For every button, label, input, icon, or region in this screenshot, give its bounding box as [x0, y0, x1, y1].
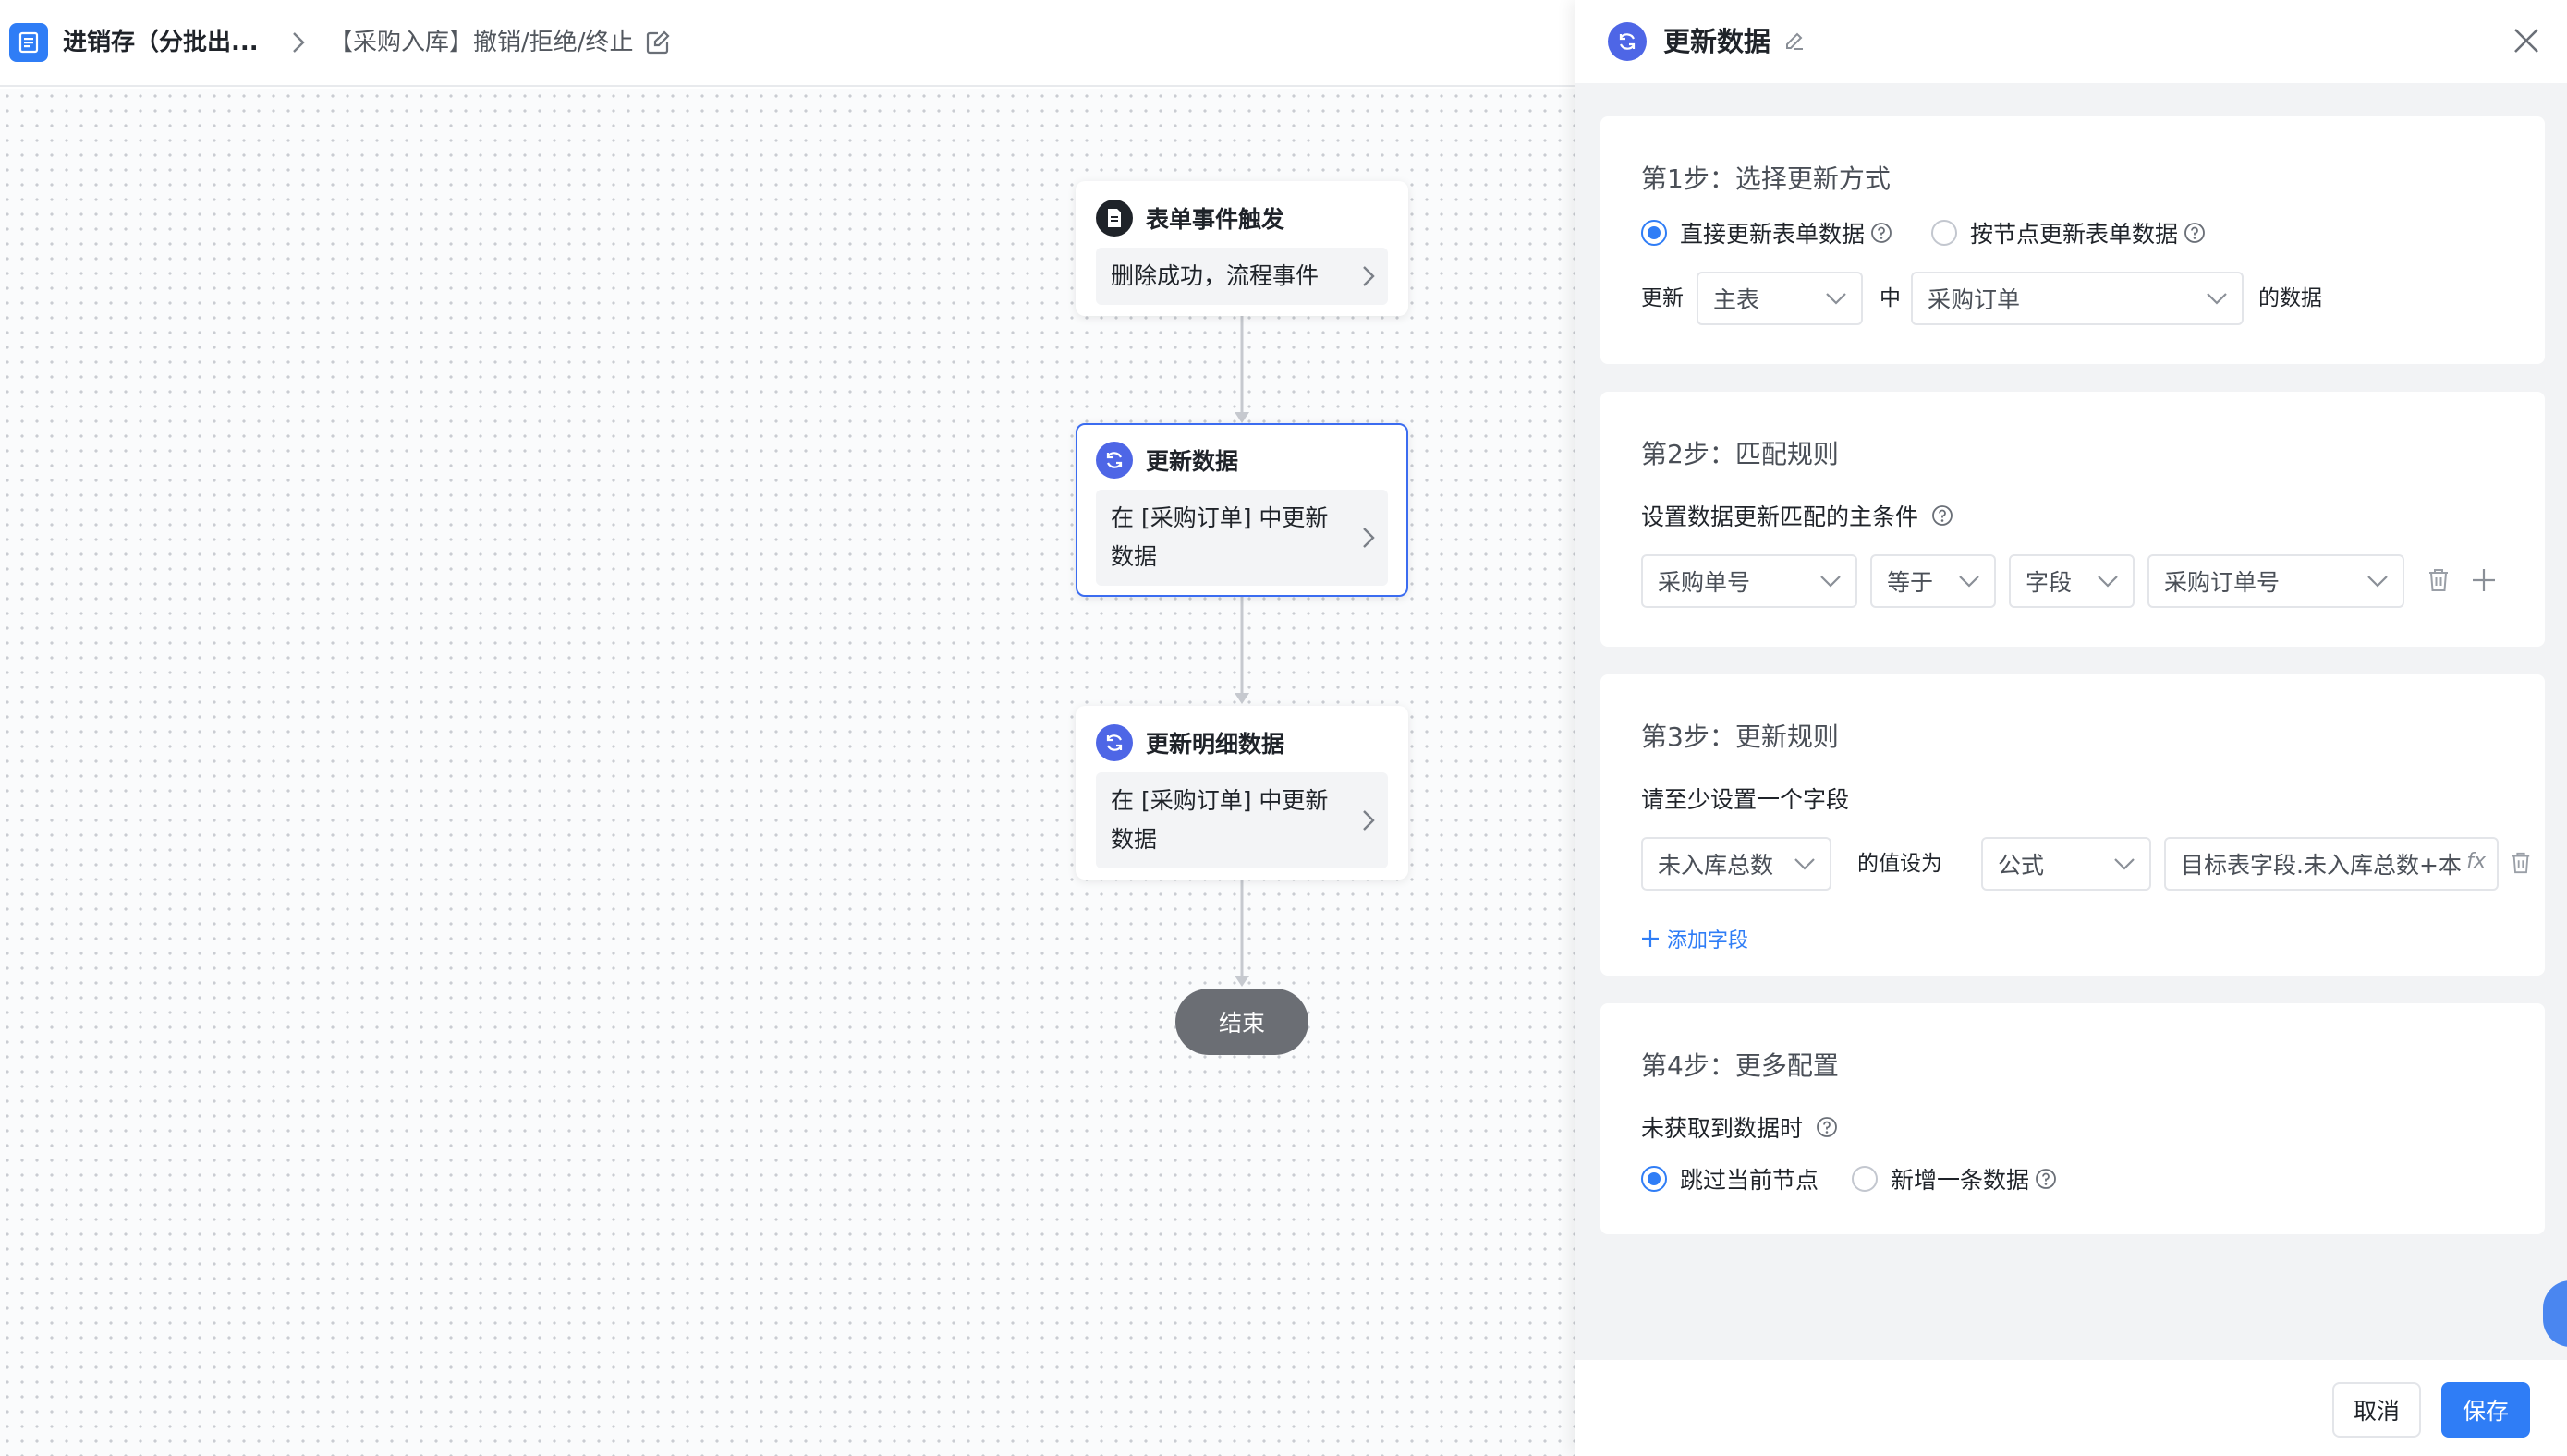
set-value-label: 的值设为	[1857, 852, 1942, 876]
chevron-down-icon	[1794, 858, 1815, 870]
node-config-panel: 更新数据 第1步：选择更新方式 直接更新表单数据 按节点更新表单数据 更新 主表	[1575, 0, 2567, 1456]
select-value: 公式	[1998, 852, 2045, 879]
radio-direct-update[interactable]: 直接更新表单数据	[1641, 216, 1892, 249]
form-select[interactable]: 采购订单	[1911, 272, 2244, 325]
end-node: 结束	[1175, 989, 1308, 1055]
no-data-radio-group: 跳过当前节点 新增一条数据	[1641, 1162, 2057, 1195]
select-value: 采购订单号	[2164, 569, 2281, 596]
data-suffix-label: 的数据	[2258, 286, 2322, 310]
panel-header: 更新数据	[1575, 0, 2567, 83]
value-type-select[interactable]: 公式	[1981, 837, 2151, 891]
chevron-right-icon	[1363, 810, 1375, 831]
step3-card: 第3步：更新规则 请至少设置一个字段 未入库总数 的值设为 公式 目标表字段.未…	[1600, 674, 2545, 976]
node-detail-text: 在 [采购订单] 中更新数据	[1111, 504, 1329, 570]
value-type-select[interactable]: 字段	[2009, 554, 2135, 608]
update-mode-radio-group: 直接更新表单数据 按节点更新表单数据	[1641, 216, 2206, 249]
pencil-icon[interactable]	[1783, 30, 1806, 52]
step3-subtitle: 请至少设置一个字段	[1641, 782, 1849, 815]
sync-icon	[1608, 22, 1647, 61]
chevron-right-icon	[1363, 266, 1375, 286]
trash-icon[interactable]	[2427, 567, 2451, 593]
select-value: 采购订单	[1928, 286, 2021, 313]
node-detail-text: 在 [采购订单] 中更新数据	[1111, 787, 1329, 853]
chevron-down-icon	[1820, 576, 1841, 588]
document-icon	[1096, 200, 1133, 237]
help-icon[interactable]	[1870, 222, 1892, 244]
plus-icon[interactable]	[2471, 567, 2497, 593]
radio-skip-node[interactable]: 跳过当前节点	[1641, 1162, 1819, 1195]
step4-card: 第4步：更多配置 未获取到数据时 跳过当前节点 新增一条数据	[1600, 1003, 2545, 1234]
match-field-select[interactable]: 采购单号	[1641, 554, 1857, 608]
chevron-down-icon	[1959, 576, 1979, 588]
help-icon[interactable]	[1816, 1116, 1838, 1138]
radio-update-by-node[interactable]: 按节点更新表单数据	[1931, 216, 2206, 249]
panel-footer: 取消 保存	[1575, 1360, 2567, 1456]
node-detail-text: 删除成功，流程事件	[1111, 262, 1320, 289]
help-icon[interactable]	[2035, 1168, 2057, 1190]
table-select[interactable]: 主表	[1697, 272, 1863, 325]
chevron-right-icon	[1363, 528, 1375, 548]
select-value: 未入库总数	[1658, 852, 1774, 879]
radio-checked[interactable]	[1641, 1166, 1667, 1192]
plus-icon	[1642, 930, 1659, 947]
add-field-link[interactable]: 添加字段	[1641, 924, 1748, 953]
radio-unchecked[interactable]	[1852, 1166, 1879, 1192]
node-detail[interactable]: 在 [采购订单] 中更新数据	[1096, 490, 1388, 586]
subtitle-text: 设置数据更新匹配的主条件	[1641, 504, 1919, 530]
formula-value: 目标表字段.未入库总数+本	[2181, 852, 2462, 879]
help-icon[interactable]	[2184, 222, 2206, 244]
trash-icon[interactable]	[2510, 850, 2532, 876]
select-value: 采购单号	[1658, 569, 1751, 596]
select-value: 等于	[1887, 569, 1934, 596]
step1-title: 第1步：选择更新方式	[1641, 164, 1891, 194]
radio-label: 按节点更新表单数据	[1970, 221, 2179, 248]
subtitle-text: 请至少设置一个字段	[1641, 786, 1850, 813]
add-field-label: 添加字段	[1667, 929, 1749, 952]
node-update-data[interactable]: 更新数据 在 [采购订单] 中更新数据	[1076, 423, 1408, 597]
chevron-down-icon	[1826, 293, 1846, 305]
formula-input[interactable]: 目标表字段.未入库总数+本 fx	[2164, 837, 2499, 891]
step4-subtitle: 未获取到数据时	[1641, 1110, 1838, 1144]
step1-card: 第1步：选择更新方式 直接更新表单数据 按节点更新表单数据 更新 主表 中 采购…	[1600, 116, 2545, 364]
radio-label: 直接更新表单数据	[1680, 221, 1866, 248]
close-icon[interactable]	[2512, 26, 2541, 55]
radio-checked[interactable]	[1641, 220, 1667, 246]
cancel-button[interactable]: 取消	[2332, 1382, 2421, 1438]
update-label: 更新	[1641, 286, 1684, 310]
fx-icon[interactable]: fx	[2463, 850, 2486, 873]
node-form-event-trigger[interactable]: 表单事件触发 删除成功，流程事件	[1076, 181, 1408, 316]
panel-title: 更新数据	[1663, 26, 1771, 57]
chevron-down-icon	[2207, 293, 2227, 305]
node-detail[interactable]: 删除成功，流程事件	[1096, 248, 1388, 305]
radio-unchecked[interactable]	[1931, 220, 1958, 246]
select-value: 字段	[2026, 569, 2073, 596]
target-field-select[interactable]: 未入库总数	[1641, 837, 1831, 891]
step4-title: 第4步：更多配置	[1641, 1050, 1839, 1081]
select-value: 主表	[1713, 286, 1760, 313]
step2-title: 第2步：匹配规则	[1641, 439, 1839, 469]
radio-add-record[interactable]: 新增一条数据	[1852, 1162, 2057, 1195]
chevron-down-icon	[2367, 576, 2388, 588]
save-button[interactable]: 保存	[2441, 1382, 2530, 1438]
node-title: 更新数据	[1146, 448, 1239, 475]
value-field-select[interactable]: 采购订单号	[2147, 554, 2404, 608]
sync-icon	[1096, 442, 1133, 479]
subtitle-text: 未获取到数据时	[1641, 1115, 1804, 1142]
chevron-down-icon	[2098, 576, 2118, 588]
sync-icon	[1096, 724, 1133, 761]
operator-select[interactable]: 等于	[1870, 554, 1996, 608]
node-detail[interactable]: 在 [采购订单] 中更新数据	[1096, 772, 1388, 868]
node-update-detail-data[interactable]: 更新明细数据 在 [采购订单] 中更新数据	[1076, 706, 1408, 880]
radio-label: 新增一条数据	[1891, 1167, 2030, 1194]
chevron-down-icon	[2114, 858, 2135, 870]
in-label: 中	[1880, 286, 1901, 310]
step3-title: 第3步：更新规则	[1641, 722, 1839, 752]
node-title: 表单事件触发	[1146, 206, 1285, 233]
node-title: 更新明细数据	[1146, 731, 1285, 758]
radio-label: 跳过当前节点	[1680, 1167, 1819, 1194]
help-icon[interactable]	[1931, 504, 1953, 527]
step2-card: 第2步：匹配规则 设置数据更新匹配的主条件 采购单号 等于 字段 采购订单号	[1600, 392, 2545, 647]
step2-subtitle: 设置数据更新匹配的主条件	[1641, 499, 1953, 532]
